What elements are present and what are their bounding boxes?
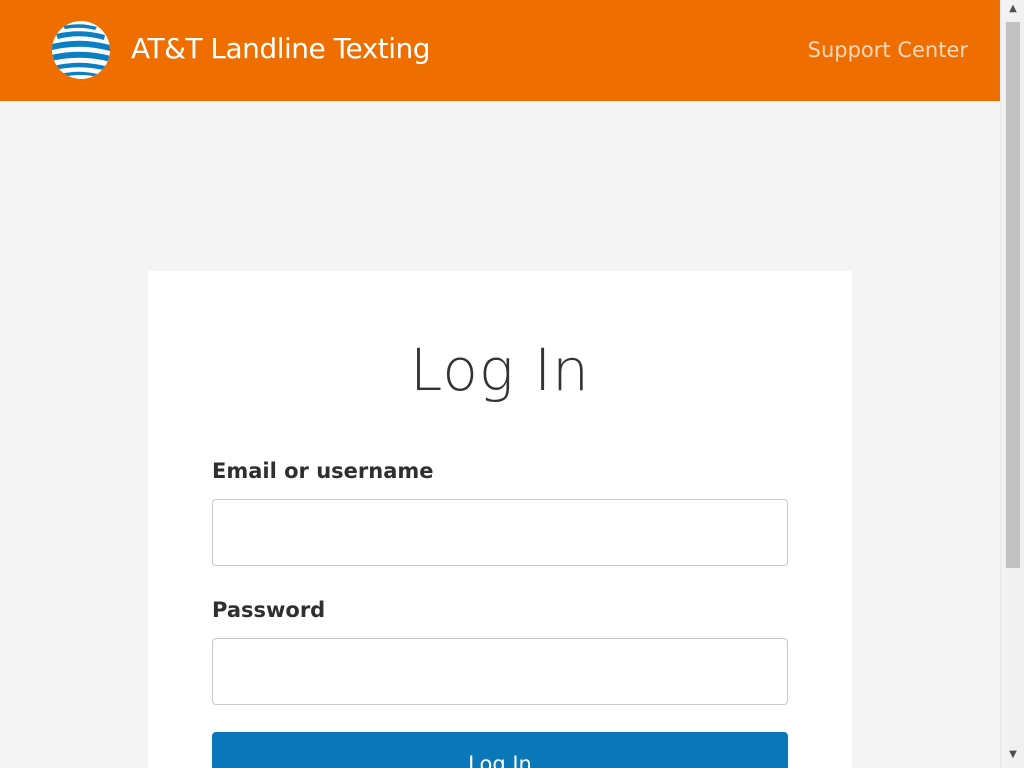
login-button[interactable]: Log In [212,732,788,768]
page-viewport: AT&T Landline Texting Support Center Log… [0,0,1000,768]
email-label: Email or username [212,459,434,483]
scroll-up-arrow-icon[interactable]: ▲ [1001,0,1024,18]
scroll-thumb[interactable] [1006,22,1020,568]
support-center-link[interactable]: Support Center [808,38,968,62]
vertical-scrollbar[interactable]: ▲ ▼ [1000,0,1024,768]
site-header: AT&T Landline Texting Support Center [0,0,1000,101]
scroll-down-arrow-icon[interactable]: ▼ [1001,746,1024,764]
page-title: Log In [410,336,590,404]
password-field[interactable] [212,638,788,705]
att-globe-logo-icon[interactable] [51,20,111,80]
password-label: Password [212,598,326,622]
brand-title: AT&T Landline Texting [131,32,431,65]
email-field[interactable] [212,499,788,566]
